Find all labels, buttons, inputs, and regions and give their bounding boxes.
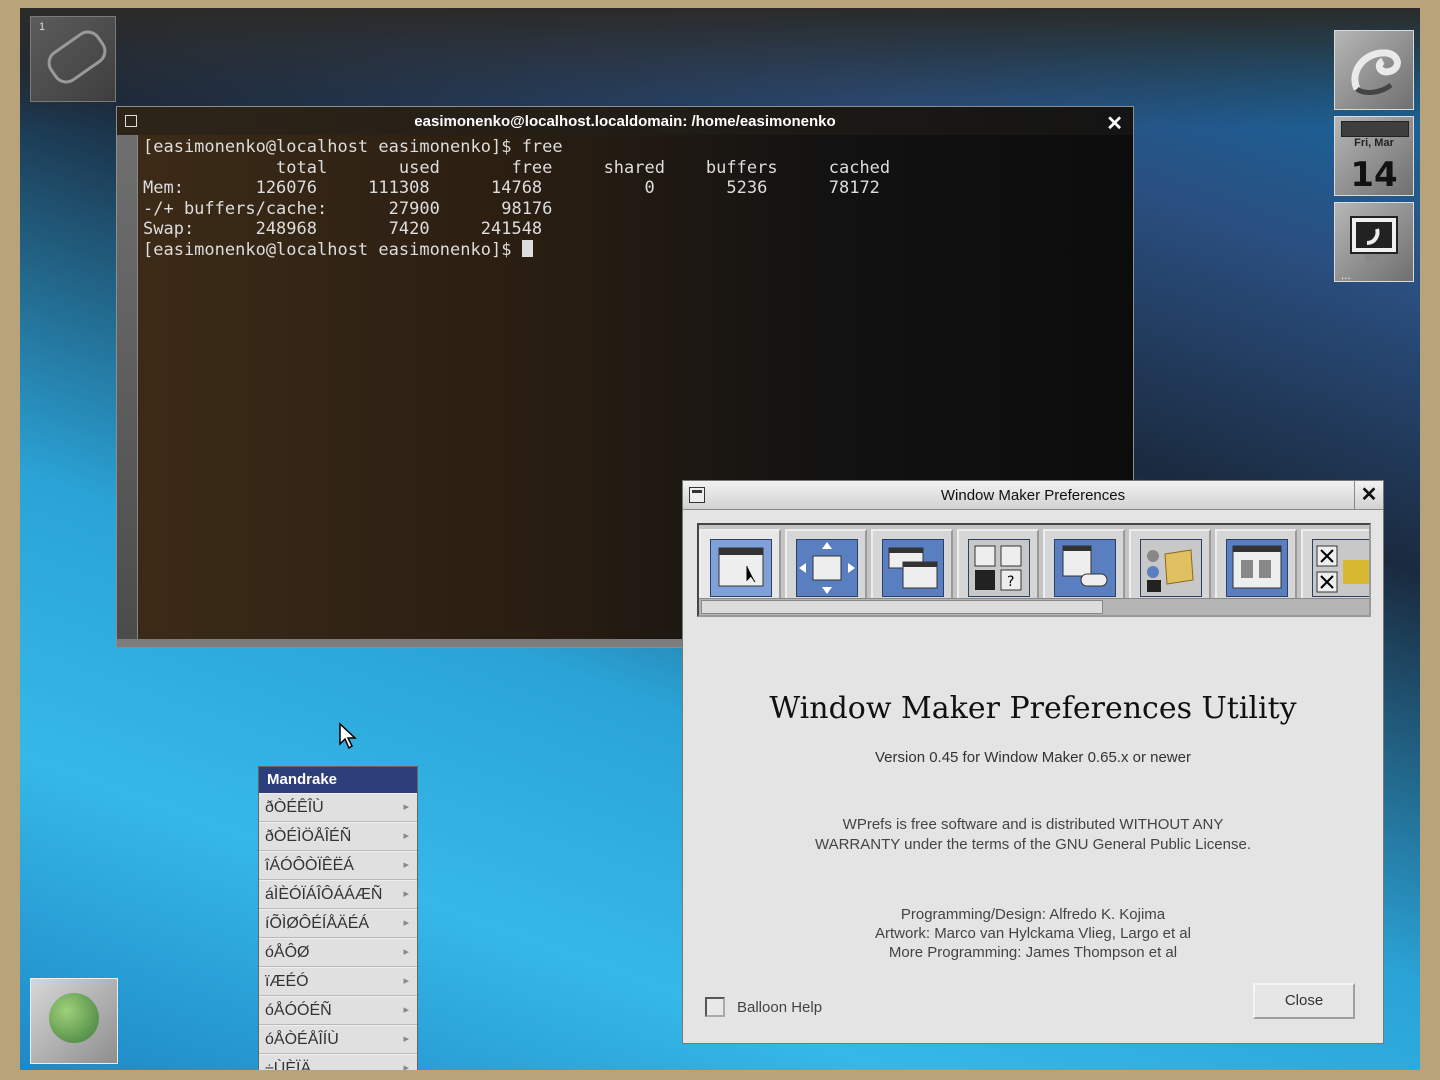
paperclip-icon [42, 25, 112, 89]
credit-line: Artwork: Marco van Hylckama Vlieg, Largo… [875, 925, 1191, 942]
titlebar-buttons-icon[interactable] [1301, 529, 1369, 603]
submenu-arrow-icon: ▸ [403, 1062, 409, 1070]
submenu-arrow-icon: ▸ [403, 859, 409, 871]
terminal-title: easimonenko@localhost.localdomain: /home… [414, 113, 836, 130]
menu-title[interactable]: Mandrake [259, 767, 417, 793]
balloon-help-checkbox[interactable] [705, 997, 725, 1017]
prefs-version: Version 0.45 for Window Maker 0.65.x or … [875, 749, 1191, 766]
menu-item-label: óÅÒÉÅÎÍÙ [265, 1031, 339, 1048]
dock-logo-icon[interactable] [1334, 30, 1414, 110]
text-cursor [521, 239, 533, 257]
terminal-prompt: [easimonenko@localhost easimonenko]$ [143, 239, 522, 260]
root-menu[interactable]: Mandrake ðÒÉÊÎÙ ▸ ðÒÉÌÖÅÎÉÑ ▸ îÁÓÔÒÏÊËÁ ▸ á… [258, 766, 418, 1070]
terminal-line: Swap: 248968 7420 241548 [143, 219, 543, 240]
terminal-line: total used free shared buffers cached [143, 157, 891, 178]
prefs-title: Window Maker Preferences [940, 487, 1126, 504]
terminal-line: Mem: 126076 111308 14768 0 5236 78172 [143, 178, 880, 199]
menu-item[interactable]: îÁÓÔÒÏÊËÁ ▸ [259, 851, 417, 880]
menu-item[interactable]: ÷ÙÈÏÄ ▸ [259, 1054, 417, 1070]
terminal-titlebar[interactable]: easimonenko@localhost.localdomain: /home… [117, 107, 1133, 135]
menu-item-label: ÷ÙÈÏÄ [265, 1060, 312, 1070]
section-icon-strip: ? [697, 523, 1371, 617]
menu-item[interactable]: ðÒÉÌÖÅÎÉÑ ▸ [259, 822, 417, 851]
dock-calendar[interactable]: Fri, Mar 14 [1334, 116, 1414, 196]
window-placement-icon[interactable] [785, 529, 867, 603]
submenu-arrow-icon: ▸ [403, 1004, 409, 1016]
globe-icon [49, 993, 99, 1043]
menu-item-label: îÁÓÔÒÏÊËÁ [265, 857, 354, 874]
license-text: WPrefs is free software and is distribut… [683, 815, 1383, 855]
submenu-arrow-icon: ▸ [403, 975, 409, 987]
window-handling-icon[interactable] [871, 529, 953, 603]
submenu-arrow-icon: ▸ [403, 917, 409, 929]
submenu-arrow-icon: ▸ [403, 1033, 409, 1045]
menu-item[interactable]: óÅÒÉÅÎÍÙ ▸ [259, 1025, 417, 1054]
icon-preferences-icon[interactable]: ? [957, 529, 1039, 603]
submenu-arrow-icon: ▸ [403, 801, 409, 813]
terminal-line: -/+ buffers/cache: 27900 98176 [143, 198, 553, 219]
balloon-help-label[interactable]: Balloon Help [737, 999, 822, 1016]
prefs-titlebar[interactable]: Window Maker Preferences ✕ [683, 481, 1383, 510]
prefs-heading: Window Maker Preferences Utility [769, 691, 1297, 726]
monitor-icon: ... [1341, 216, 1398, 282]
menu-item-label: óÅÓÓÉÑ [265, 1002, 332, 1019]
svg-text:?: ? [1007, 574, 1014, 590]
window-focus-icon[interactable] [699, 529, 781, 603]
prefs-close-icon[interactable]: ✕ [1354, 481, 1383, 509]
calendar-date: 14 [1350, 155, 1398, 195]
menu-item-label: ðÒÉÊÎÙ [265, 799, 324, 816]
terminal-line: [easimonenko@localhost easimonenko]$ fre… [143, 137, 563, 157]
menu-item[interactable]: ïÆÉÓ ▸ [259, 967, 417, 996]
menu-item-label: ðÒÉÌÖÅÎÉÑ [265, 828, 352, 845]
terminal-output[interactable]: [easimonenko@localhost easimonenko]$ fre… [143, 137, 890, 261]
terminal-scrollbar[interactable] [117, 135, 138, 647]
calendar-day: Fri, Mar [1354, 137, 1394, 149]
icon-strip-scrollbar[interactable] [699, 598, 1369, 615]
scrollbar-thumb[interactable] [701, 600, 1103, 614]
menu-preferences-icon[interactable] [1043, 529, 1125, 603]
app-icon[interactable] [30, 978, 118, 1064]
submenu-arrow-icon: ▸ [403, 888, 409, 900]
credit-line: Programming/Design: Alfredo K. Kojima [900, 906, 1166, 923]
submenu-arrow-icon: ▸ [403, 830, 409, 842]
close-button[interactable]: Close [1253, 983, 1355, 1019]
workspace-number: 1 [39, 21, 46, 33]
workspace-clip[interactable]: 1 [30, 16, 116, 102]
menu-item-label: óÅÔØ [265, 944, 310, 961]
license-line: WPrefs is free software and is distribut… [842, 816, 1224, 833]
license-line: WARRANTY under the terms of the GNU Gene… [814, 836, 1251, 853]
applications-folder-icon[interactable] [1129, 529, 1211, 603]
desktop: 1 Fri, Mar 14 ... easimonenko@localhost.… [20, 8, 1420, 1070]
credits: Programming/Design: Alfredo K. Kojima Ar… [683, 905, 1383, 962]
mouse-pointer-icon [339, 722, 357, 750]
menu-item-label: ïÆÉÓ [265, 973, 309, 990]
svg-text:...: ... [1341, 271, 1351, 282]
menu-item[interactable]: áÌÈÓÏÁÎÔÁÁÆÑ ▸ [259, 880, 417, 909]
prefs-window[interactable]: Window Maker Preferences ✕ ? Window Make… [682, 480, 1384, 1044]
menu-item[interactable]: íÕÌØÔÉÍÅÄÉÁ ▸ [259, 909, 417, 938]
terminal-close-button[interactable]: ✕ [1106, 111, 1123, 136]
miniaturize-button[interactable] [689, 487, 705, 503]
menu-item[interactable]: óÅÓÓÉÑ ▸ [259, 996, 417, 1025]
menu-item-label: áÌÈÓÏÁÎÔÁÁÆÑ [265, 886, 383, 903]
swirl-icon [1351, 49, 1401, 95]
workspace-icon[interactable] [1215, 529, 1297, 603]
lcd-clock [1341, 121, 1409, 137]
menu-item[interactable]: óÅÔØ ▸ [259, 938, 417, 967]
menu-item-label: íÕÌØÔÉÍÅÄÉÁ [265, 915, 370, 932]
menu-item[interactable]: ðÒÉÊÎÙ ▸ [259, 793, 417, 822]
credit-line: More Programming: James Thompson et al [888, 944, 1178, 961]
submenu-arrow-icon: ▸ [403, 946, 409, 958]
dock-terminal[interactable]: ... [1334, 202, 1414, 282]
